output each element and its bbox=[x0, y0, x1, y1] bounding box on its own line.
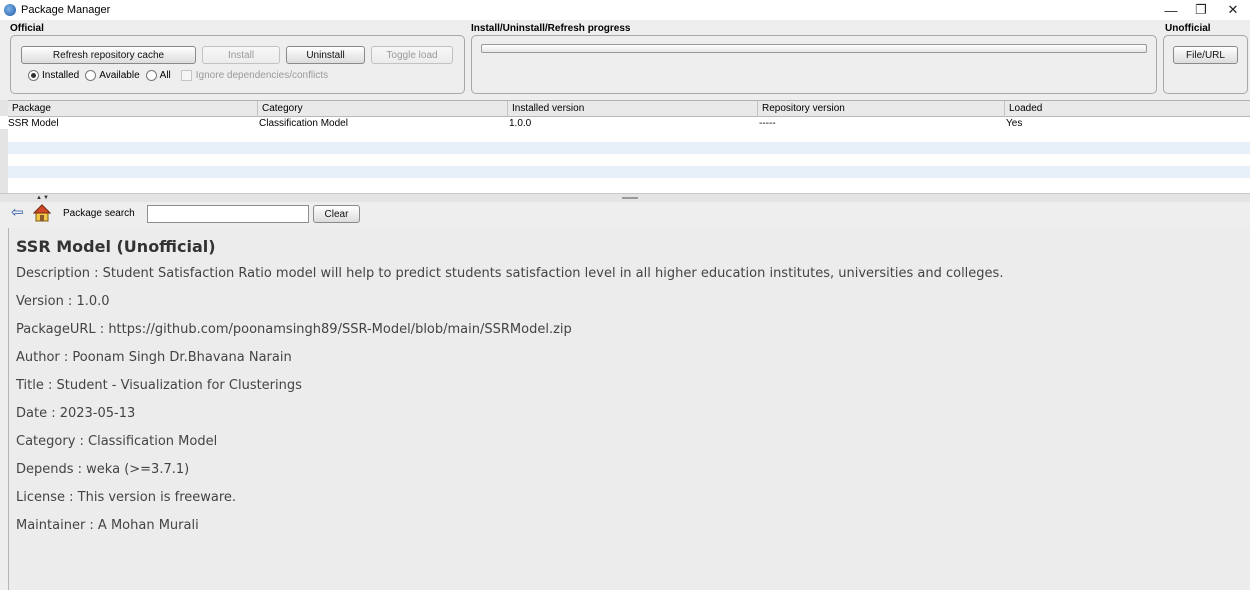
cell-repository-version: ----- bbox=[759, 118, 776, 129]
row-overflow bbox=[0, 116, 8, 129]
official-panel bbox=[10, 35, 465, 94]
installed-radio[interactable] bbox=[28, 70, 39, 81]
home-icon[interactable] bbox=[33, 204, 51, 222]
official-group-label: Official bbox=[10, 23, 44, 34]
clear-button[interactable]: Clear bbox=[313, 205, 360, 223]
window-title: Package Manager bbox=[21, 4, 111, 16]
info-description: Description : Student Satisfaction Ratio… bbox=[16, 266, 1004, 281]
ignore-dependencies-checkbox[interactable] bbox=[180, 70, 192, 81]
info-date: Date : 2023-05-13 bbox=[16, 406, 136, 421]
table-empty-row bbox=[8, 166, 1250, 178]
available-radio-label: Available bbox=[99, 70, 140, 81]
available-radio[interactable] bbox=[85, 70, 97, 81]
minimize-button[interactable]: — bbox=[1156, 0, 1186, 20]
split-collapse-arrows-icon[interactable]: ▲▼ bbox=[36, 195, 50, 201]
info-version: Version : 1.0.0 bbox=[16, 294, 110, 309]
info-license: License : This version is freeware. bbox=[16, 490, 237, 505]
filter-radio-group: Installed Available All Ignore dependenc… bbox=[28, 70, 328, 81]
table-left-margin bbox=[0, 100, 8, 193]
cell-package: SSR Model bbox=[8, 118, 59, 129]
all-radio-label: All bbox=[159, 70, 171, 81]
progress-bar bbox=[481, 44, 1147, 53]
maximize-button[interactable]: ❐ bbox=[1186, 0, 1216, 20]
info-author: Author : Poonam Singh Dr.Bhavana Narain bbox=[16, 350, 292, 365]
unofficial-group-label: Unofficial bbox=[1165, 23, 1211, 34]
package-search-label: Package search bbox=[63, 208, 135, 219]
table-empty-row bbox=[8, 142, 1250, 154]
column-header-repository-version[interactable]: Repository version bbox=[758, 101, 1005, 117]
info-depends: Depends : weka (>=3.7.1) bbox=[16, 462, 190, 477]
back-arrow-icon[interactable]: ⇦ bbox=[11, 205, 24, 221]
install-button[interactable]: Install bbox=[202, 46, 280, 64]
package-search-input[interactable] bbox=[147, 205, 309, 223]
title-bar: Package Manager bbox=[0, 0, 1250, 20]
file-url-button[interactable]: File/URL bbox=[1173, 46, 1238, 64]
uninstall-button[interactable]: Uninstall bbox=[286, 46, 365, 64]
column-header-category[interactable]: Category bbox=[258, 101, 508, 117]
all-radio[interactable] bbox=[145, 70, 157, 81]
package-info-title: SSR Model (Unofficial) bbox=[16, 237, 216, 256]
installed-radio-label: Installed bbox=[42, 70, 80, 81]
column-header-installed-version[interactable]: Installed version bbox=[508, 101, 758, 117]
column-header-loaded[interactable]: Loaded bbox=[1005, 101, 1250, 117]
package-info-pane: SSR Model (Unofficial) Description : Stu… bbox=[8, 228, 1250, 590]
info-maintainer: Maintainer : A Mohan Murali bbox=[16, 518, 199, 533]
progress-group-label: Install/Uninstall/Refresh progress bbox=[471, 23, 631, 34]
refresh-repository-cache-button[interactable]: Refresh repository cache bbox=[21, 46, 196, 64]
split-grip-icon[interactable] bbox=[622, 197, 638, 199]
close-button[interactable]: ✕ bbox=[1218, 0, 1248, 20]
unofficial-panel bbox=[1163, 35, 1248, 94]
column-header-package[interactable]: Package bbox=[8, 101, 258, 117]
cell-installed-version: 1.0.0 bbox=[509, 118, 532, 129]
table-header: Package Category Installed version Repos… bbox=[8, 101, 1250, 117]
weka-app-icon bbox=[4, 4, 16, 16]
toggle-load-button[interactable]: Toggle load bbox=[371, 46, 453, 64]
info-package-url[interactable]: PackageURL : https://github.com/poonamsi… bbox=[16, 322, 572, 337]
info-title-field: Title : Student - Visualization for Clus… bbox=[16, 378, 302, 393]
package-table: Package Category Installed version Repos… bbox=[8, 100, 1250, 193]
info-category: Category : Classification Model bbox=[16, 434, 218, 449]
cell-category: Classification Model bbox=[259, 118, 348, 129]
cell-loaded: Yes bbox=[1006, 118, 1023, 129]
ignore-dependencies-label: Ignore dependencies/conflicts bbox=[195, 70, 329, 81]
table-row[interactable]: SSR Model Classification Model 1.0.0 ---… bbox=[8, 118, 1250, 130]
